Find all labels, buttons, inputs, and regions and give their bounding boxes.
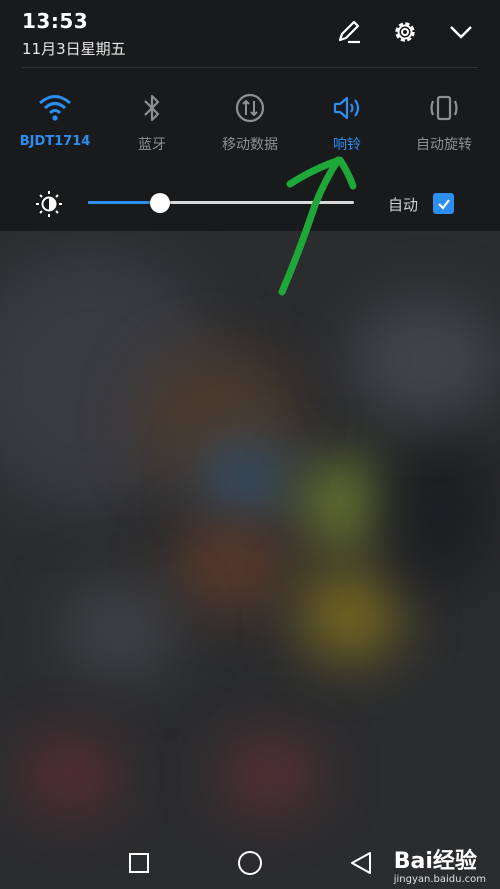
watermark-brand: Bai经验 — [393, 849, 477, 874]
circle-icon — [238, 851, 262, 875]
baidu-watermark: Bai经验 jingyan.baidu.com — [393, 849, 486, 886]
recents-button[interactable] — [123, 847, 155, 879]
square-icon — [129, 853, 149, 873]
back-button[interactable] — [345, 847, 377, 879]
watermark-url: jingyan.baidu.com — [393, 874, 486, 885]
annotation-arrow — [278, 156, 357, 296]
home-button[interactable] — [234, 847, 266, 879]
triangle-back-icon — [351, 852, 371, 874]
navigation-bar: Bai经验 jingyan.baidu.com — [0, 837, 500, 889]
